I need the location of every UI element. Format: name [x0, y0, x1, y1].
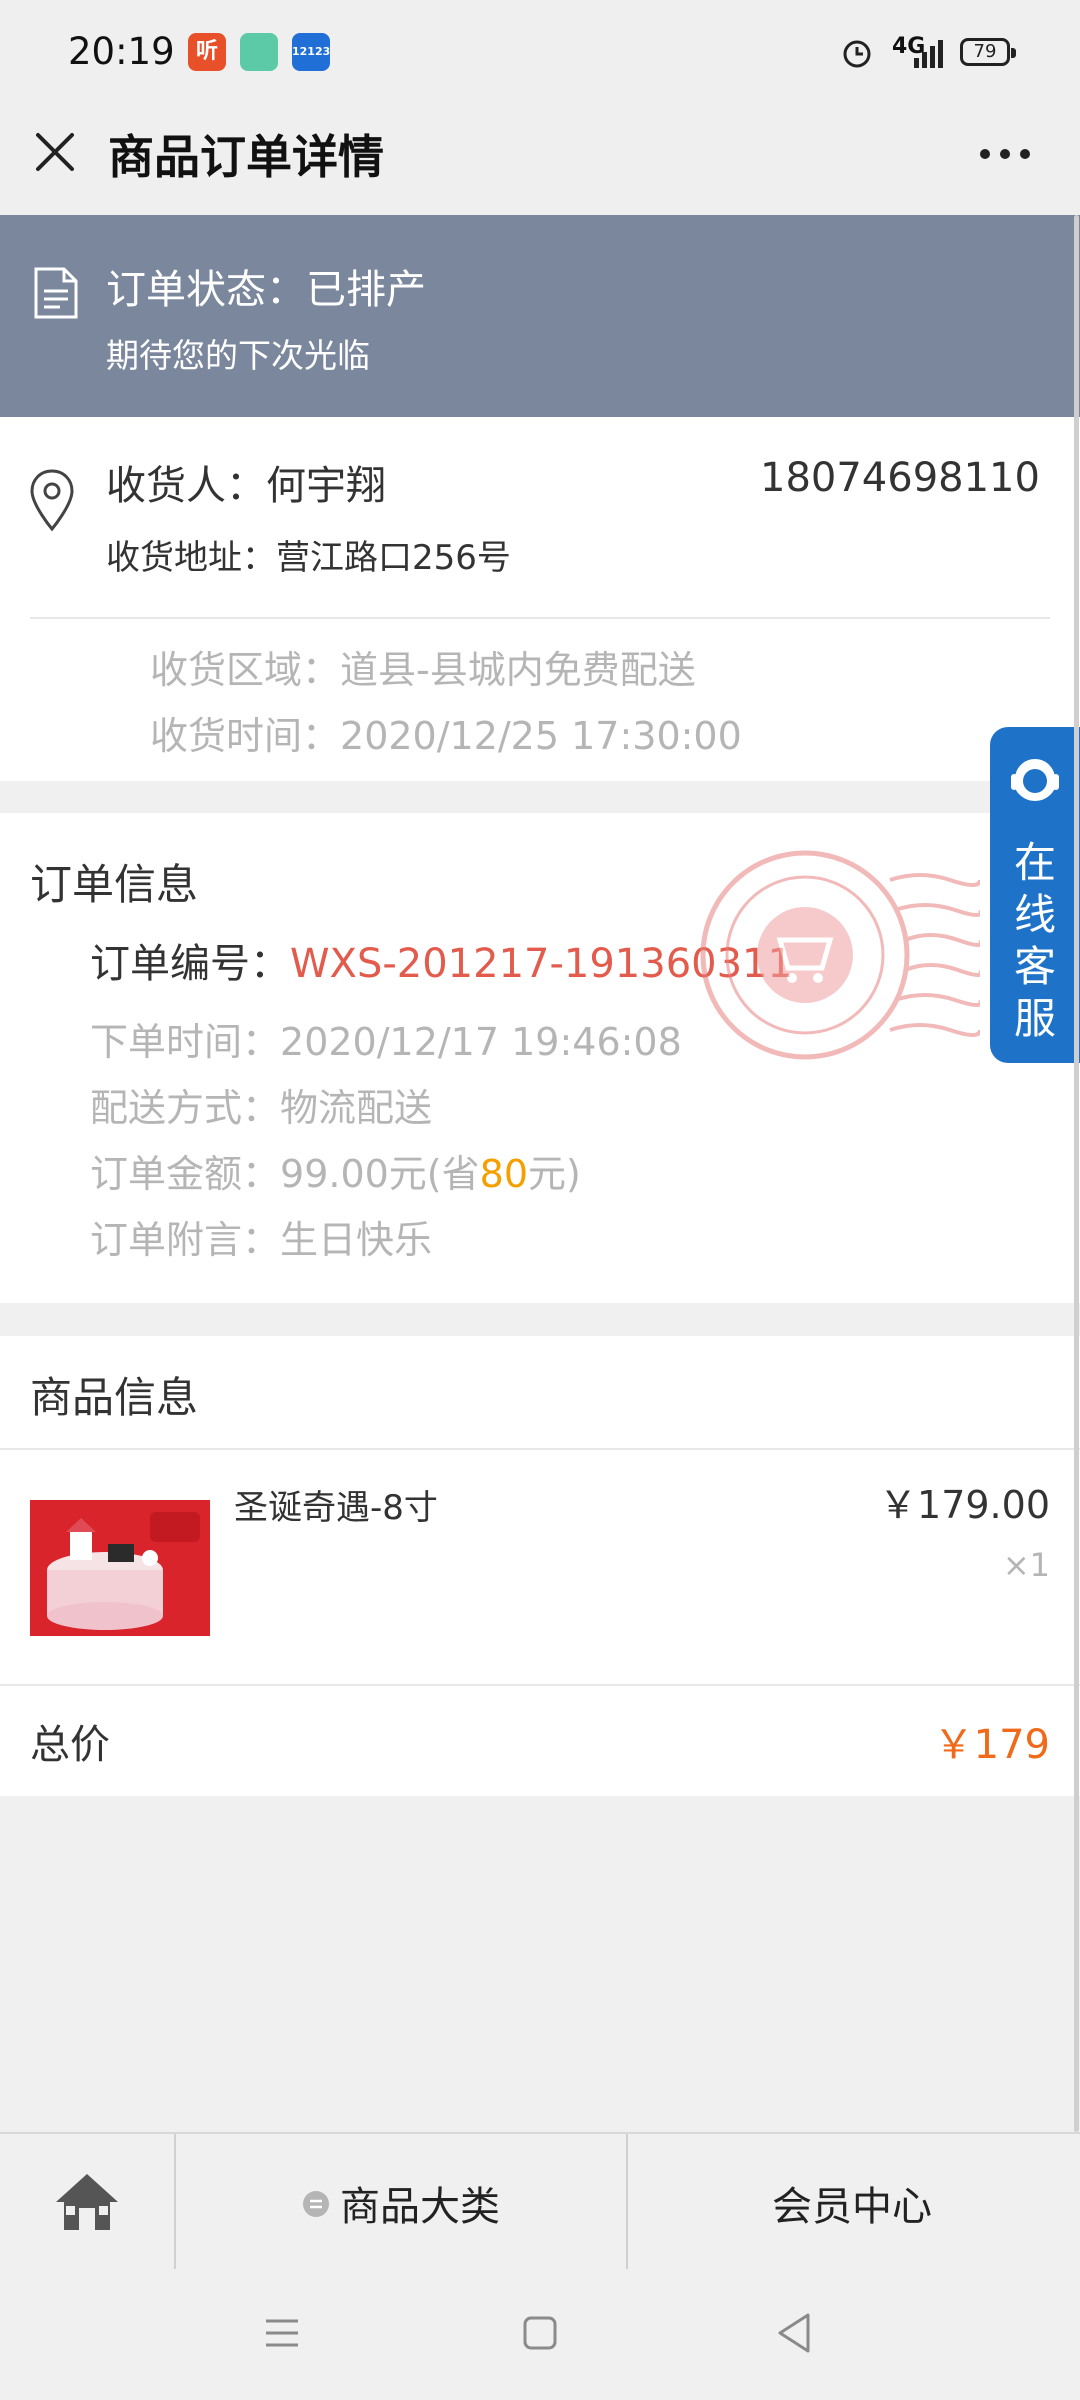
back-icon[interactable] [774, 2311, 814, 2355]
service-char: 在 [1013, 838, 1056, 887]
document-icon [34, 267, 78, 319]
online-service-label: 在 线 客 服 [1008, 837, 1062, 1045]
online-service-button[interactable]: 在 线 客 服 [990, 727, 1080, 1063]
receiver-phone[interactable]: 18074698110 [760, 455, 1040, 501]
signal-icon [914, 40, 943, 68]
amount-suffix: 元) [528, 1152, 581, 1196]
shipping-method: 配送方式：物流配送 [90, 1077, 432, 1132]
region-value: 道县-县城内免费配送 [340, 648, 696, 692]
address-value: 营江路口256号 [276, 538, 511, 578]
status-time: 20:19 [68, 30, 175, 73]
delivery-time-value: 2020/12/25 17:30:00 [340, 714, 742, 758]
more-options-icon[interactable] [978, 125, 1034, 181]
delivery-address: 收货地址：营江路口256号 [106, 530, 511, 579]
menu-icon[interactable] [262, 2313, 302, 2353]
order-status: 订单状态：已排产 [106, 257, 426, 315]
traffic-app-icon: 12123 [292, 33, 330, 71]
collection-stamp-icon [700, 850, 980, 1060]
order-info-heading: 订单信息 [30, 860, 199, 909]
order-time-label: 下单时间： [90, 1020, 281, 1064]
order-time-value: 2020/12/17 19:46:08 [280, 1020, 682, 1064]
delivery-section: 收货人：何宇翔 18074698110 收货地址：营江路口256号 收货区域：道… [0, 417, 1080, 781]
order-time: 下单时间：2020/12/17 19:46:08 [90, 1011, 682, 1066]
order-number-label: 订单编号： [90, 941, 290, 987]
member-center-label: 会员中心 [772, 2184, 932, 2230]
member-center-button[interactable]: 会员中心 [628, 2134, 1080, 2271]
top-bar: 商品订单详情 [0, 105, 1080, 215]
amount-prefix: 99.00元(省 [280, 1152, 480, 1196]
order-status-label: 订单状态： [106, 267, 306, 313]
close-icon[interactable] [30, 127, 80, 177]
receiver-name: 何宇翔 [266, 463, 386, 509]
order-status-subtitle: 期待您的下次光临 [106, 336, 370, 375]
home-button[interactable] [0, 2134, 174, 2271]
goods-info-section: 商品信息 圣诞奇遇-8寸 ￥179.00 ×1 总价 ￥179 [0, 1336, 1080, 1796]
product-item[interactable]: 圣诞奇遇-8寸 ￥179.00 ×1 [0, 1450, 1080, 1682]
notes-app-icon [240, 33, 278, 71]
category-label: 商品大类 [340, 2184, 500, 2230]
product-name: 圣诞奇遇-8寸 [234, 1488, 438, 1528]
order-amount: 订单金额：99.00元(省80元) [90, 1143, 581, 1198]
headset-agent-icon [1011, 755, 1059, 801]
shipping-value: 物流配送 [280, 1086, 433, 1130]
battery-indicator: 79 [960, 38, 1016, 66]
service-char: 客 [1013, 942, 1056, 991]
shipping-label: 配送方式： [90, 1086, 281, 1130]
goods-info-heading: 商品信息 [30, 1373, 199, 1422]
service-char: 线 [1013, 890, 1056, 939]
service-char: 服 [1013, 994, 1056, 1043]
product-quantity: ×1 [1002, 1546, 1050, 1584]
order-status-banner: 订单状态：已排产 期待您的下次光临 [0, 215, 1080, 417]
total-price: ￥179 [933, 1722, 1050, 1768]
bottom-nav: 商品大类 会员中心 [0, 2132, 1080, 2271]
delivery-region: 收货区域：道县-县城内免费配送 [150, 639, 696, 694]
location-pin-icon [30, 469, 74, 532]
receiver: 收货人：何宇翔 [106, 453, 386, 511]
category-button[interactable]: 商品大类 [176, 2134, 626, 2271]
receiver-label: 收货人： [106, 463, 266, 509]
status-bar: 20:19 听 12123 4G 79 [0, 0, 1080, 105]
divider [30, 617, 1050, 619]
total-label: 总价 [30, 1722, 110, 1768]
delivery-time-label: 收货时间： [150, 714, 341, 758]
address-label: 收货地址： [106, 538, 276, 578]
menu-circle-icon [303, 2191, 329, 2217]
note-value: 生日快乐 [280, 1218, 433, 1262]
amount-label: 订单金额： [90, 1152, 281, 1196]
order-number: 订单编号：WXS-201217-191360311 [90, 931, 793, 989]
amount-saved: 80 [479, 1152, 528, 1196]
home-icon [56, 2174, 118, 2230]
home-square-icon[interactable] [520, 2313, 560, 2353]
note-label: 订单附言： [90, 1218, 281, 1262]
divider [0, 1684, 1080, 1686]
order-note: 订单附言：生日快乐 [90, 1209, 432, 1264]
alarm-icon [843, 40, 871, 68]
order-status-value: 已排产 [306, 267, 426, 313]
scrollbar[interactable] [1074, 215, 1079, 2132]
delivery-time: 收货时间：2020/12/25 17:30:00 [150, 705, 742, 760]
page-title: 商品订单详情 [108, 130, 384, 184]
system-nav-bar [0, 2269, 1080, 2400]
region-label: 收货区域： [150, 648, 341, 692]
product-price: ￥179.00 [879, 1483, 1050, 1527]
cake-product-image [30, 1500, 210, 1636]
listen-app-icon: 听 [188, 33, 226, 71]
